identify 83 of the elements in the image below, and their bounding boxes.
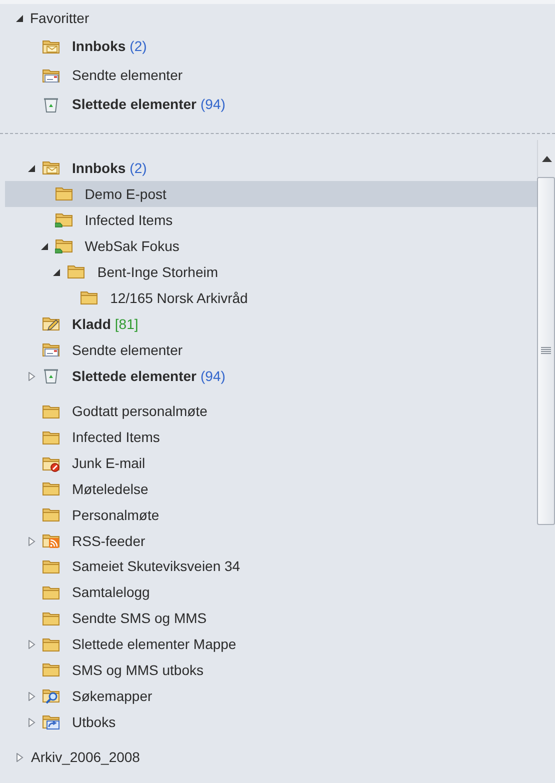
folder-item[interactable]: Personalmøte — [5, 502, 537, 528]
folder-name: Sendte elementer — [72, 340, 183, 360]
pencil-folder-icon — [42, 315, 60, 333]
folder-item[interactable]: Sendte elementer — [5, 61, 537, 90]
collapse-arrow-icon[interactable] — [16, 14, 24, 22]
folder-name: SMS og MMS utboks — [72, 660, 204, 680]
folder-with-hand-icon — [54, 211, 73, 229]
sent-folder-icon — [42, 341, 60, 359]
collapse-arrow-icon[interactable] — [28, 164, 36, 172]
folder-item[interactable]: Slettede elementer Mappe — [5, 632, 537, 658]
folder-name: Godtatt personalmøte — [72, 402, 208, 422]
scroll-up-button[interactable] — [537, 140, 555, 177]
scrollbar-thumb[interactable] — [537, 177, 555, 525]
folder-name: Kladd — [72, 314, 111, 334]
folder-item[interactable]: Slettede elementer (94) — [5, 363, 537, 389]
folder-name: WebSak Fokus — [84, 236, 180, 256]
folder-name: 12/165 Norsk Arkivråd — [110, 288, 248, 308]
folder-item[interactable]: Samtalelogg — [5, 580, 537, 606]
folder-name: Sendte elementer — [72, 66, 183, 85]
folder-item[interactable]: Utboks — [5, 709, 537, 735]
folder-item[interactable]: Sendte elementer — [5, 337, 537, 363]
rss-folder-icon — [42, 532, 60, 550]
folder-name: Samtalelogg — [72, 583, 150, 602]
outbox-folder-icon — [42, 713, 60, 732]
expand-arrow-icon[interactable] — [28, 536, 36, 546]
folder-item[interactable]: Infected Items — [5, 207, 537, 233]
folder-item[interactable]: Slettede elementer (94) — [5, 90, 537, 119]
folder-name: Innboks — [72, 37, 126, 56]
folder-name: Personalmøte — [72, 506, 160, 525]
collapse-arrow-icon[interactable] — [40, 242, 49, 250]
selected-folder-item[interactable]: Demo E-post — [5, 181, 537, 207]
folder-item[interactable]: WebSak Fokus — [5, 233, 537, 259]
folder-item[interactable]: Innboks (2) — [5, 155, 537, 181]
expand-arrow-icon[interactable] — [28, 692, 36, 701]
trash-can-icon — [42, 367, 60, 385]
folder-name: Slettede elementer — [72, 95, 196, 114]
folder-name: Infected Items — [84, 210, 173, 230]
magnifier-folder-icon — [42, 687, 60, 706]
folder-item[interactable]: Godtatt personalmøte — [5, 399, 537, 425]
folder-name: Sameiet Skuteviksveien 34 — [72, 557, 240, 576]
folder-name: Søkemapper — [72, 686, 152, 706]
expand-arrow-icon[interactable] — [16, 753, 24, 762]
folder-name: Slettede elementer — [72, 366, 196, 386]
unread-count: (2) — [130, 158, 147, 178]
folder-item[interactable]: RSS-feeder — [5, 528, 537, 554]
folder-name: Møteledelse — [72, 480, 148, 499]
folder-item[interactable]: Bent-Inge Storheim — [5, 259, 537, 285]
folder-name: Demo E-post — [84, 184, 166, 204]
mailbox-name[interactable]: Arkiv_2006_2008 — [31, 747, 140, 768]
folder-item[interactable]: 12/165 Norsk Arkivråd — [5, 285, 537, 311]
section-header[interactable]: Favoritter — [30, 8, 90, 28]
folder-name: Infected Items — [72, 428, 160, 448]
grip-icon — [541, 347, 551, 355]
folder-name: Sendte SMS og MMS — [72, 609, 207, 628]
collapse-arrow-icon[interactable] — [53, 268, 62, 276]
blocked-folder-icon — [42, 454, 60, 473]
folder-item[interactable]: SMS og MMS utboks — [5, 657, 537, 684]
folder-name: Junk E-mail — [72, 454, 146, 474]
up-arrow-icon — [542, 156, 552, 162]
expand-arrow-icon[interactable] — [28, 372, 36, 380]
unread-count: (94) — [200, 95, 226, 114]
folder-name: Bent-Inge Storheim — [97, 262, 218, 282]
expand-arrow-icon[interactable] — [28, 640, 36, 650]
folder-item[interactable]: Innboks (2) — [5, 32, 537, 61]
folder-name: RSS-feeder — [72, 532, 146, 551]
folder-item[interactable]: Kladd [81] — [5, 311, 537, 337]
folder-item[interactable]: Sameiet Skuteviksveien 34 — [5, 554, 537, 580]
folder-item[interactable]: Infected Items — [5, 424, 537, 451]
folder-item[interactable]: Møteledelse — [5, 476, 537, 502]
unread-count: [81] — [114, 314, 138, 334]
folder-with-hand-icon — [54, 237, 73, 255]
sent-folder-icon — [42, 66, 60, 84]
folder-item[interactable]: Junk E-mail — [5, 450, 537, 477]
unread-count: (94) — [200, 366, 226, 386]
unread-count: (2) — [130, 37, 147, 56]
folder-name: Utboks — [72, 712, 116, 732]
folder-name: Slettede elementer Mappe — [72, 635, 236, 654]
folder-name: Innboks — [72, 158, 126, 178]
folder-item[interactable]: Sendte SMS og MMS — [5, 606, 537, 632]
expand-arrow-icon[interactable] — [28, 718, 36, 727]
folder-item[interactable]: Søkemapper — [5, 683, 537, 710]
inbox-folder-icon — [42, 38, 60, 56]
trash-can-icon — [42, 96, 60, 114]
